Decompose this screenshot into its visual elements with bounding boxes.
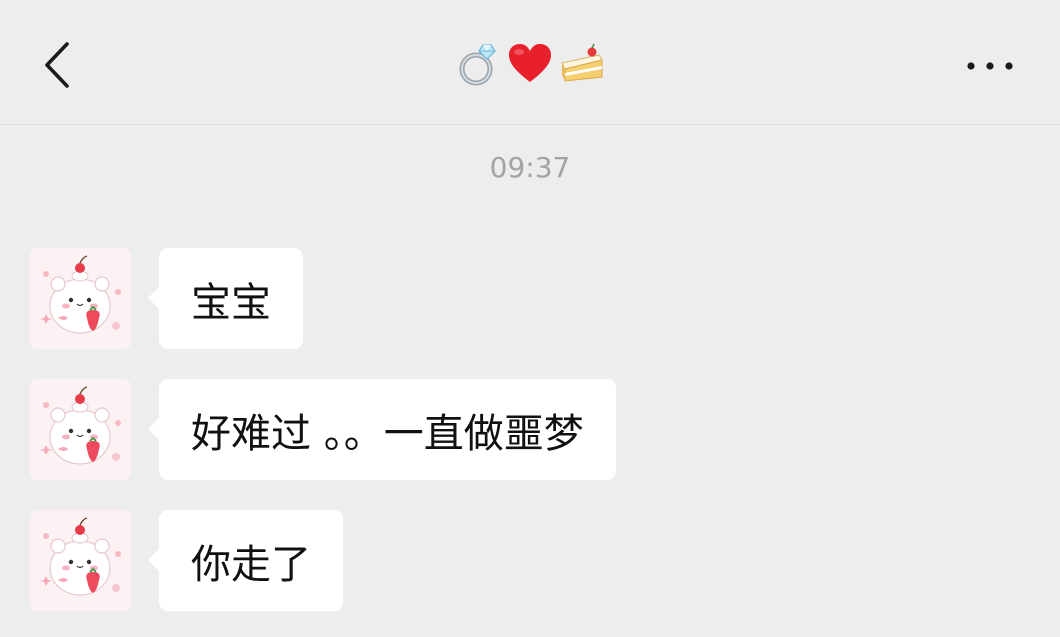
message-row: 好难过 。。一直做噩梦 — [30, 379, 616, 480]
bubble-wrapper: 好难过 。。一直做噩梦 — [148, 379, 616, 480]
bubble-wrapper: 宝宝 — [148, 248, 303, 349]
ellipsis-icon — [967, 62, 1013, 70]
avatar[interactable] — [30, 510, 131, 611]
chat-header — [0, 0, 1060, 125]
message-timestamp: 09:37 — [489, 151, 571, 184]
message-bubble[interactable]: 宝宝 — [148, 248, 303, 349]
message-bubble[interactable]: 你走了 — [148, 510, 343, 611]
hamster-strawberry-avatar-image — [30, 379, 131, 480]
red-heart-emoji — [509, 44, 551, 82]
cake-slice-emoji — [561, 43, 603, 82]
ring-emoji — [459, 44, 496, 86]
bubble-wrapper: 你走了 — [148, 510, 343, 611]
message-row: 宝宝 — [30, 248, 303, 349]
hamster-strawberry-avatar-image — [30, 248, 131, 349]
message-row: 你走了 — [30, 510, 343, 611]
hamster-strawberry-avatar-image — [30, 510, 131, 611]
avatar[interactable] — [30, 379, 131, 480]
message-bubble[interactable]: 好难过 。。一直做噩梦 — [148, 379, 616, 480]
avatar[interactable] — [30, 248, 131, 349]
chat-title[interactable] — [0, 36, 1060, 92]
more-options-button[interactable] — [960, 44, 1020, 88]
chat-screen: 09:37 宝宝 好难过 。。一直做噩梦 你走了 — [0, 0, 1060, 637]
